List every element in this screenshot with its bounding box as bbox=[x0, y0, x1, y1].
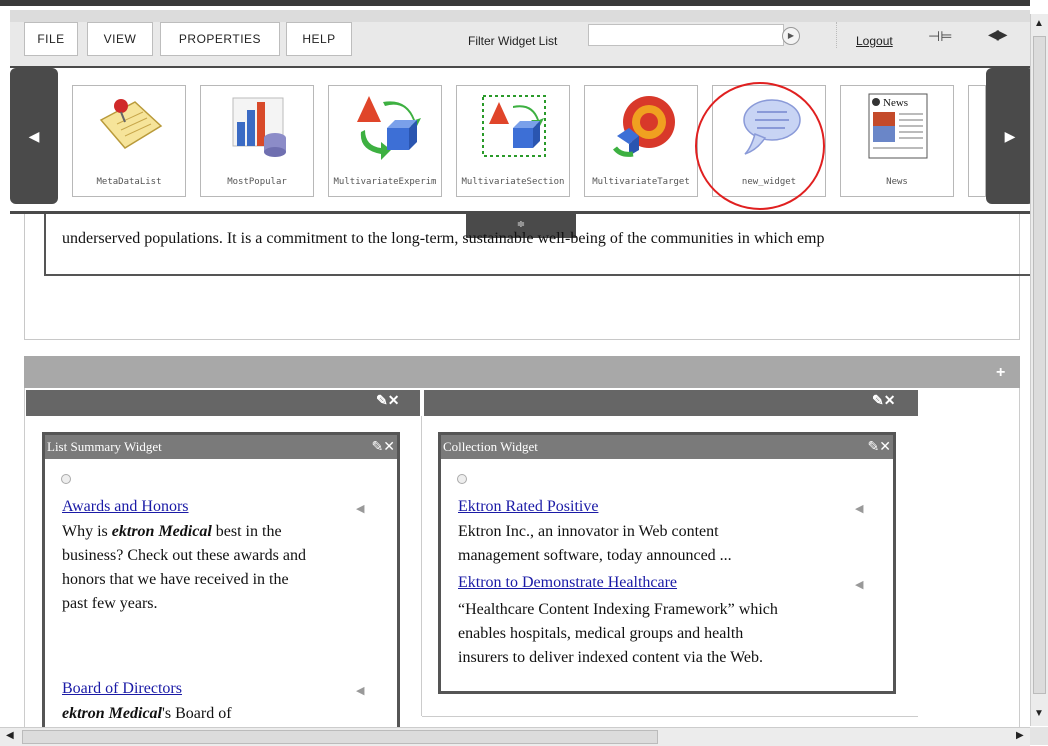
widget-tile-label: News bbox=[886, 177, 908, 187]
summary-text: management software, today announced ... bbox=[458, 547, 732, 564]
widget-tile-metadatalist[interactable]: MetaDataList bbox=[72, 85, 186, 197]
scroll-down-icon[interactable]: ▼ bbox=[1034, 708, 1044, 719]
summary-text: “Healthcare Content Indexing Framework” … bbox=[458, 601, 778, 618]
add-column-icon[interactable]: + bbox=[996, 364, 1005, 382]
expand-arrow-icon[interactable]: ◀ bbox=[356, 684, 364, 697]
target-icon bbox=[613, 96, 675, 157]
column-2-bottom-border bbox=[422, 716, 918, 717]
scroll-left-icon[interactable]: ◀ bbox=[6, 730, 14, 741]
summary-text: Ektron Inc., an innovator in Web content bbox=[458, 523, 719, 540]
scroll-right-icon[interactable]: ▶ bbox=[1016, 730, 1024, 741]
widget-title-bar: Collection Widget ✎✕ bbox=[441, 435, 893, 459]
menu-bar-strip bbox=[10, 10, 1030, 22]
newspaper-icon: News bbox=[868, 93, 928, 159]
list-item-link[interactable]: Awards and Honors bbox=[62, 498, 189, 516]
list-item-link[interactable]: Board of Directors bbox=[62, 680, 182, 698]
dropzone-header bbox=[24, 356, 1020, 388]
filter-go-icon[interactable]: ▶ bbox=[782, 27, 800, 45]
tray-scroll-left-button[interactable]: ◀ bbox=[10, 68, 58, 204]
vertical-scrollbar[interactable]: ▲ ▼ bbox=[1030, 14, 1048, 726]
summary-text: Why is bbox=[62, 523, 112, 540]
logout-link[interactable]: Logout bbox=[856, 34, 893, 48]
list-item-summary: Why is ektron Medical best in the busine… bbox=[62, 520, 392, 616]
body-text: underserved populations. It is a commitm… bbox=[62, 230, 825, 247]
scroll-up-icon[interactable]: ▲ bbox=[1034, 18, 1044, 29]
bar-chart-database-icon bbox=[232, 97, 286, 157]
help-menu-button[interactable]: HELP bbox=[286, 22, 352, 56]
widget-tile-multivariateexperim[interactable]: MultivariateExperim bbox=[328, 85, 442, 197]
top-rule bbox=[0, 0, 1030, 6]
vertical-scroll-thumb[interactable] bbox=[1033, 36, 1046, 694]
properties-menu-button[interactable]: PROPERTIES bbox=[160, 22, 280, 56]
summary-emphasis: ektron Medical bbox=[62, 705, 162, 722]
widget-tile-label: MultivariateTarget bbox=[592, 177, 690, 187]
list-item-summary: ektron Medical's Board of bbox=[62, 702, 392, 726]
widget-title: List Summary Widget bbox=[47, 439, 162, 454]
status-dot-icon bbox=[61, 474, 71, 484]
widget-tile-label: MetaDataList bbox=[96, 177, 162, 187]
widget-tile-label: MultivariateSection bbox=[461, 177, 565, 187]
summary-text: honors that we have received in the bbox=[62, 571, 289, 588]
highlight-circle bbox=[695, 82, 825, 210]
svg-text:News: News bbox=[883, 97, 908, 109]
expand-arrow-icon[interactable]: ◀ bbox=[356, 502, 364, 515]
summary-emphasis: ektron Medical bbox=[111, 523, 212, 540]
collapse-arrows-icon[interactable]: ◀▶ bbox=[988, 26, 1007, 43]
scrollbar-corner bbox=[1030, 727, 1048, 745]
status-dot-icon bbox=[457, 474, 467, 484]
file-menu-button[interactable]: FILE bbox=[24, 22, 78, 56]
widget-tile-news[interactable]: News News bbox=[840, 85, 954, 197]
widget-tile-multivariatetarget[interactable]: MultivariateTarget bbox=[584, 85, 698, 197]
view-menu-button[interactable]: VIEW bbox=[87, 22, 153, 56]
widget-tile-label: MostPopular bbox=[227, 177, 287, 187]
note-pin-icon bbox=[99, 99, 163, 149]
summary-text: enables hospitals, medical groups and he… bbox=[458, 625, 744, 642]
summary-text: best in the bbox=[211, 523, 282, 540]
filter-widget-input[interactable] bbox=[588, 24, 784, 46]
column-2-header bbox=[424, 390, 918, 416]
column-1-header bbox=[26, 390, 420, 416]
shapes-cycle-selected-icon bbox=[482, 95, 546, 157]
collection-item-link[interactable]: Ektron Rated Positive bbox=[458, 498, 598, 516]
widget-tile-mostpopular[interactable]: MostPopular bbox=[200, 85, 314, 197]
widget-title: Collection Widget bbox=[443, 439, 538, 454]
expand-arrow-icon[interactable]: ◀ bbox=[855, 578, 863, 591]
summary-text: business? Check out these awards and bbox=[62, 547, 306, 564]
column-2-edit-close-icons[interactable]: ✎✕ bbox=[872, 392, 895, 409]
widget-title-bar: List Summary Widget ✎✕ bbox=[45, 435, 397, 459]
pin-icon[interactable]: ⊣⊨ bbox=[928, 28, 952, 45]
horizontal-scrollbar[interactable]: ◀ ▶ bbox=[0, 727, 1030, 746]
shapes-cycle-icon bbox=[357, 96, 421, 160]
tray-scroll-right-button[interactable]: ▶ bbox=[986, 68, 1034, 204]
widget-edit-close-icons[interactable]: ✎✕ bbox=[868, 435, 891, 459]
widget-edit-close-icons[interactable]: ✎✕ bbox=[372, 435, 395, 459]
horizontal-scroll-thumb[interactable] bbox=[22, 730, 658, 744]
widget-tile-multivariatesection[interactable]: MultivariateSection bbox=[456, 85, 570, 197]
collection-item-link[interactable]: Ektron to Demonstrate Healthcare bbox=[458, 574, 677, 592]
collection-item-summary: Ektron Inc., an innovator in Web content… bbox=[458, 520, 888, 568]
expand-arrow-icon[interactable]: ◀ bbox=[855, 502, 863, 515]
summary-text: 's Board of bbox=[162, 705, 232, 722]
summary-text: insurers to deliver indexed content via … bbox=[458, 649, 763, 666]
filter-widget-label: Filter Widget List bbox=[468, 34, 558, 48]
summary-text: past few years. bbox=[62, 595, 158, 612]
widget-tile-label: MultivariateExperim bbox=[333, 177, 437, 187]
widget-tray: ◀ ▶ MetaDataList MostPopular Multivariat… bbox=[10, 66, 1034, 214]
column-divider bbox=[421, 416, 422, 716]
widget-tile-partial[interactable] bbox=[968, 85, 986, 197]
menu-separator bbox=[836, 22, 838, 48]
collection-item-summary: “Healthcare Content Indexing Framework” … bbox=[458, 598, 888, 670]
column-1-edit-close-icons[interactable]: ✎✕ bbox=[376, 392, 399, 409]
